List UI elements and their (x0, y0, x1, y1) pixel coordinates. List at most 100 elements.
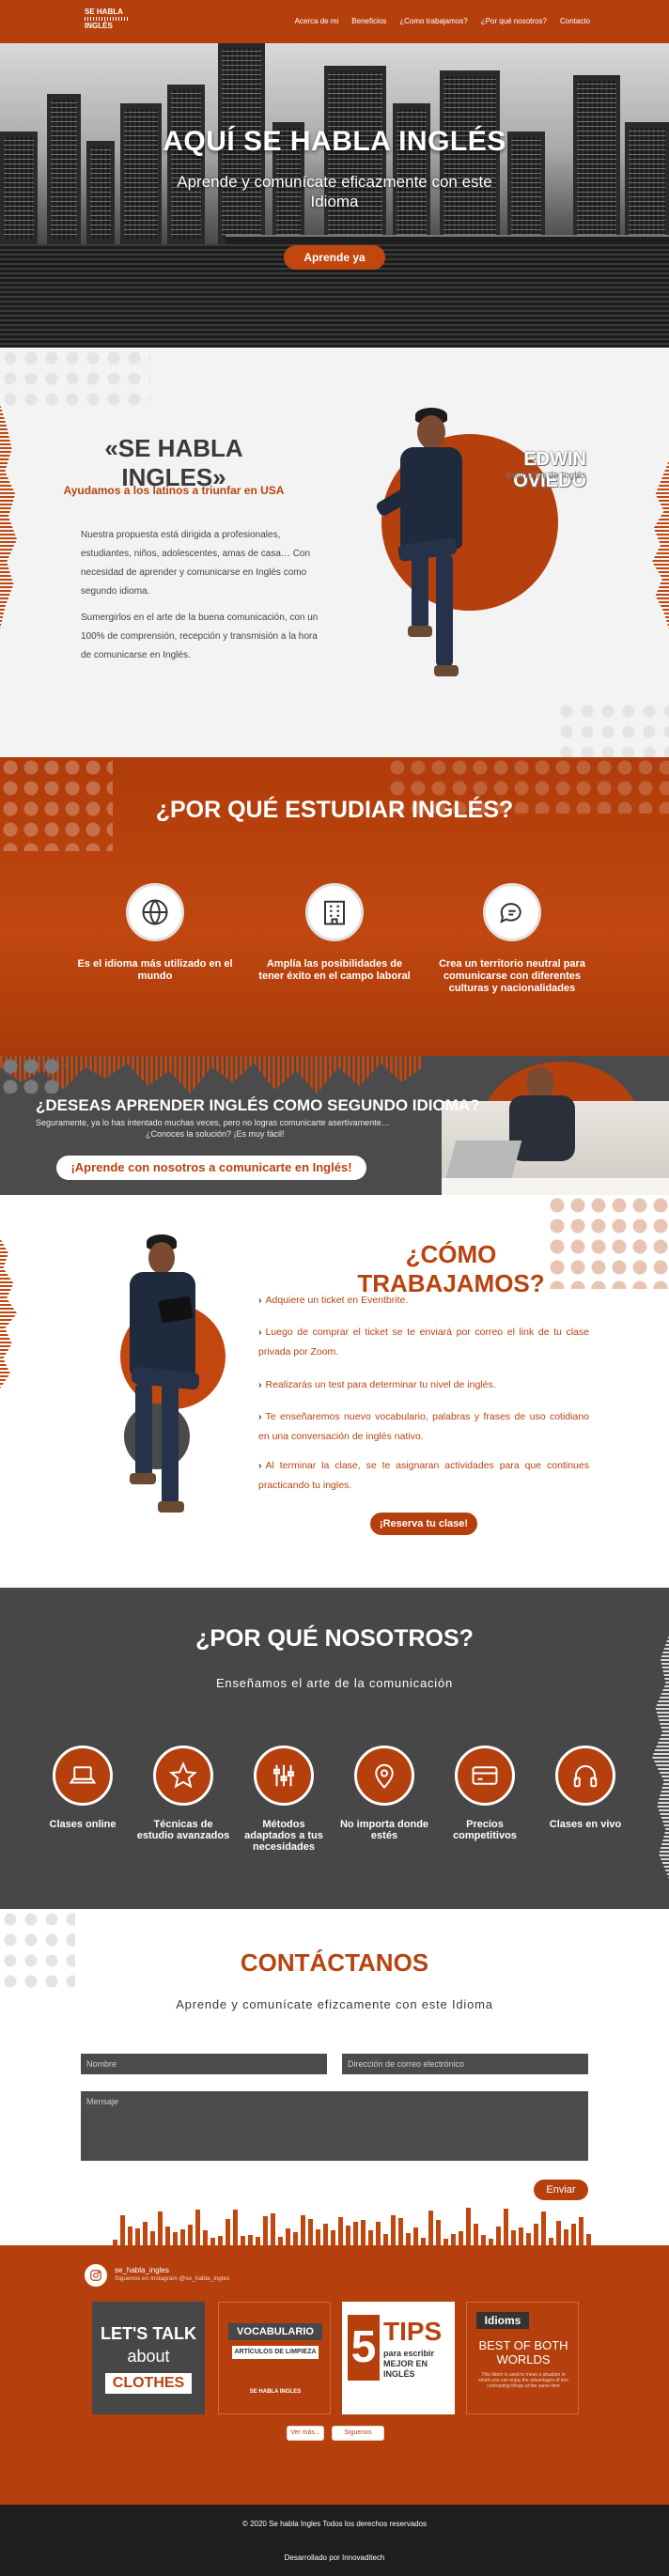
instagram-feed: se_habla_ingles Siguenos en Instagram @s… (0, 2245, 669, 2505)
soundwave-bar (526, 2233, 531, 2245)
send-button[interactable]: Enviar (534, 2180, 588, 2200)
developer-credit[interactable]: Desarrollado por Innovaditech (0, 2553, 669, 2562)
soundwave-bar (308, 2218, 313, 2245)
soundwave-bar (338, 2217, 343, 2245)
why-english-title: ¿POR QUÉ ESTUDIAR INGLÉS? (155, 797, 514, 823)
soundwave-bar (331, 2230, 335, 2245)
email-field[interactable] (342, 2054, 588, 2074)
dot-pattern (556, 701, 669, 757)
nav-item-why-us[interactable]: ¿Por qué nosotros? (481, 17, 547, 25)
soundwave-bar (301, 2215, 305, 2245)
skyline-building (120, 103, 162, 244)
credit-card-icon (472, 1766, 498, 1785)
soundwave-bar (158, 2211, 163, 2245)
why-item-1-text: Es el idioma más utilizado en el mundo (77, 958, 233, 982)
soundwave-bar (383, 2233, 388, 2245)
building-icon (324, 900, 345, 925)
instagram-post-3[interactable]: 5 TIPS para escribir MEJOR EN INGLÉS (342, 2302, 455, 2414)
message-field[interactable] (81, 2091, 588, 2161)
instagram-post-4[interactable]: Idioms BEST OF BOTH WORLDS This Idiom is… (466, 2302, 579, 2414)
us-item-6-text: Clases en vivo (549, 1819, 622, 1830)
main-nav: Acerca de mi Beneficios ¿Como trabajamos… (295, 17, 590, 25)
soundwave-bar (203, 2229, 208, 2245)
learn-now-button[interactable]: Aprende ya (284, 245, 385, 270)
skyline-building (47, 94, 81, 244)
about-section: «SE HABLA INGLES» Ayudamos a los latinos… (0, 348, 669, 757)
why-us-title: ¿POR QUÉ NOSOTROS? (195, 1625, 474, 1652)
soundwave-bar (226, 2218, 230, 2245)
logo-line2: INGLÉS (85, 22, 113, 30)
instagram-post-1[interactable]: LET'S TALK about CLOTHES (92, 2302, 205, 2414)
us-item-4-text: No importa donde estés (339, 1819, 429, 1841)
nav-item-how[interactable]: ¿Como trabajamos? (399, 17, 467, 25)
hero-section: AQUÍ SE HABLA INGLÉS Aprende y comunícat… (0, 43, 669, 348)
instagram-avatar[interactable] (85, 2264, 107, 2287)
soundwave-bar (391, 2214, 396, 2245)
hero-title: AQUÍ SE HABLA INGLÉS (163, 126, 506, 157)
site-footer: © 2020 Se habla Ingles Todos los derecho… (0, 2505, 669, 2576)
globe-icon (142, 899, 168, 925)
soundwave-decoration (113, 2206, 601, 2245)
soundwave-bar (428, 2210, 433, 2245)
soundwave-bar (496, 2226, 501, 2245)
map-pin-icon (375, 1763, 394, 1789)
load-more-button[interactable]: Ver más... (287, 2426, 324, 2441)
soundwave-bar (489, 2238, 493, 2245)
step-1: › Adquiere un ticket en Eventbrite. (258, 1295, 409, 1306)
cta-banner: ¿DESEAS APRENDER INGLÉS COMO SEGUNDO IDI… (0, 1056, 669, 1195)
soundwave-bar (210, 2238, 215, 2245)
soundwave-bar (586, 2233, 591, 2245)
soundwave-bar (474, 2224, 478, 2245)
nav-item-benefits[interactable]: Beneficios (351, 17, 386, 25)
soundwave-bar (150, 2231, 155, 2245)
soundwave-bar (413, 2227, 418, 2245)
soundwave-bar (549, 2237, 553, 2245)
us-item-2-text: Técnicas de estudio avanzados (136, 1819, 230, 1841)
soundwave-bar (541, 2211, 546, 2245)
chevron-right-icon: › (258, 1411, 262, 1422)
soundwave-bar (256, 2237, 260, 2245)
why-item-2-text: Amplía las posibilidades de tener éxito … (258, 958, 411, 982)
learn-with-us-button[interactable]: ¡Aprende con nosotros a comunicarte en I… (56, 1156, 366, 1180)
intro-paragraph-2: Sumergirlos en el arte de la buena comun… (81, 613, 319, 660)
instagram-handle[interactable]: se_habla_ingles (115, 2266, 169, 2274)
soundwave-bar (459, 2230, 463, 2245)
soundwave-bar (481, 2234, 486, 2245)
soundwave-bar (353, 2221, 358, 2245)
soundwave-bar (316, 2228, 320, 2245)
chevron-right-icon: › (258, 1379, 262, 1390)
instagram-post-2[interactable]: VOCABULARIO ARTÍCULOS DE LIMPIEZA SE HAB… (218, 2302, 331, 2414)
banner-title: ¿DESEAS APRENDER INGLÉS COMO SEGUNDO IDI… (36, 1096, 480, 1114)
soundwave-bar (286, 2228, 290, 2245)
soundwave-bar (406, 2233, 411, 2245)
us-item-3-icon-wrap (254, 1746, 314, 1806)
soundwave-bar (504, 2208, 508, 2245)
follow-button[interactable]: Siguenos (332, 2426, 384, 2441)
soundwave-bar (346, 2226, 350, 2245)
instructor-at-laptop-photo (442, 1067, 669, 1195)
soundwave-bar (195, 2209, 200, 2245)
soundwave-bar (241, 2235, 245, 2245)
us-item-1-text: Clases online (49, 1819, 117, 1830)
book-class-button[interactable]: ¡Reserva tu clase! (370, 1513, 477, 1535)
soundwave-bar (443, 2238, 448, 2245)
soundwave-bar (248, 2235, 253, 2245)
site-logo[interactable]: SE HABLA INGLÉS (85, 8, 130, 36)
copyright-text: © 2020 Se habla Ingles Todos los derecho… (241, 2520, 428, 2528)
how-we-work-title: ¿CÓMO TRABAJAMOS? (357, 1240, 545, 1297)
soundwave-bar (519, 2227, 523, 2245)
soundwave-bar (233, 2210, 238, 2245)
soundwave-bar (398, 2218, 403, 2245)
soundwave-bar (173, 2231, 178, 2245)
intro-paragraph-1: Nuestra propuesta está dirigida a profes… (81, 530, 311, 597)
contact-subtitle: Aprende y comunícate efizcamente con est… (176, 1997, 493, 2011)
step-3: › Realizarás un test para determinar tu n… (258, 1379, 496, 1390)
chevron-right-icon: › (258, 1460, 262, 1471)
nav-item-contact[interactable]: Contacto (560, 17, 590, 25)
sliders-icon (273, 1764, 294, 1787)
chat-icon (500, 903, 521, 923)
name-field[interactable] (81, 2054, 327, 2074)
soundwave-bar (466, 2208, 471, 2245)
why-item-2-icon-wrap (305, 883, 364, 941)
nav-item-about[interactable]: Acerca de mi (295, 17, 339, 25)
